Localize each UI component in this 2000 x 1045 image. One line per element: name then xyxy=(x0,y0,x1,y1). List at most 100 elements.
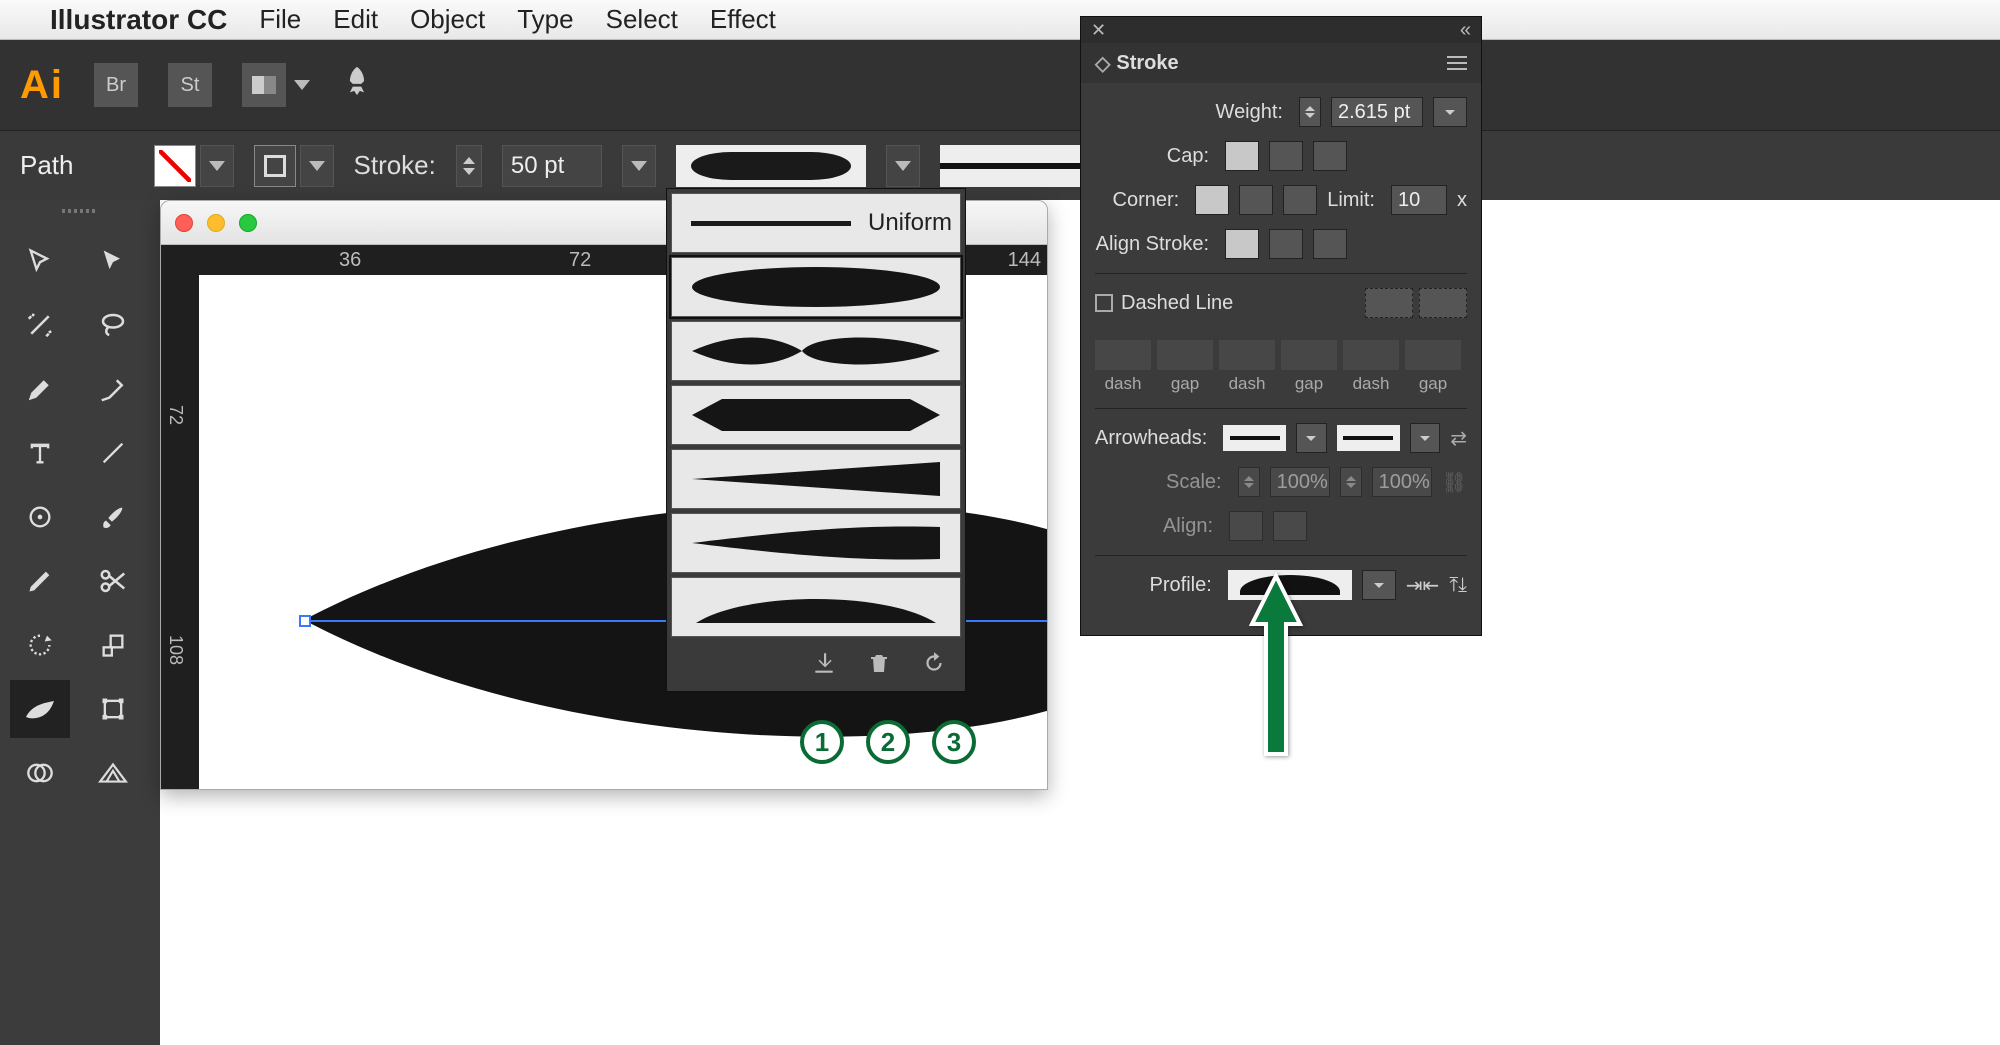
close-icon[interactable]: ✕ xyxy=(1091,20,1106,41)
width-profile-dropdown[interactable] xyxy=(886,145,920,187)
save-profile-icon[interactable] xyxy=(811,650,837,683)
collapse-icon[interactable]: « xyxy=(1460,19,1471,42)
dash-preserve-button[interactable] xyxy=(1365,288,1413,318)
cap-butt-button[interactable] xyxy=(1225,141,1259,171)
perspective-tool[interactable] xyxy=(83,744,143,802)
lasso-tool[interactable] xyxy=(83,296,143,354)
selection-tool[interactable] xyxy=(10,232,70,290)
align-outside-button[interactable] xyxy=(1313,229,1347,259)
profile-width-2[interactable] xyxy=(671,321,961,381)
weight-input[interactable]: 2.615 pt xyxy=(1331,97,1423,127)
menu-type[interactable]: Type xyxy=(517,4,573,35)
arrowhead-end[interactable] xyxy=(1337,425,1400,451)
layout-chip[interactable] xyxy=(242,63,286,107)
gap-input-3[interactable] xyxy=(1405,340,1461,370)
corner-bevel-button[interactable] xyxy=(1283,185,1317,215)
limit-input[interactable]: 10 xyxy=(1391,185,1447,215)
align-center-button[interactable] xyxy=(1225,229,1259,259)
window-minimize-button[interactable] xyxy=(207,214,225,232)
link-scale-icon: ⛓ xyxy=(1442,470,1467,495)
profile-width-3[interactable] xyxy=(671,385,961,445)
bridge-chip[interactable]: Br xyxy=(94,63,138,107)
rotate-tool[interactable] xyxy=(10,616,70,674)
swap-arrowheads-icon[interactable] xyxy=(1450,426,1467,451)
weight-dropdown[interactable] xyxy=(1433,97,1467,127)
ruler-vertical[interactable]: 72 108 xyxy=(161,245,199,789)
reset-profile-icon[interactable] xyxy=(921,650,947,683)
dash-input-3[interactable] xyxy=(1343,340,1399,370)
free-transform-tool[interactable] xyxy=(83,680,143,738)
corner-miter-button[interactable] xyxy=(1195,185,1229,215)
magic-wand-tool[interactable] xyxy=(10,296,70,354)
shape-builder-tool[interactable] xyxy=(10,744,70,802)
scale-tool[interactable] xyxy=(83,616,143,674)
width-profile-preview[interactable] xyxy=(676,145,866,187)
paintbrush-tool[interactable] xyxy=(83,488,143,546)
anchor-point[interactable] xyxy=(299,615,311,627)
profile-width-1[interactable] xyxy=(671,257,961,317)
layout-chevron-icon[interactable] xyxy=(294,80,310,90)
window-zoom-button[interactable] xyxy=(239,214,257,232)
width-tool[interactable] xyxy=(10,680,70,738)
cap-round-button[interactable] xyxy=(1269,141,1303,171)
gap-input-1[interactable] xyxy=(1157,340,1213,370)
fill-dropdown[interactable] xyxy=(200,145,234,187)
cap-projecting-button[interactable] xyxy=(1313,141,1347,171)
corner-label: Corner: xyxy=(1113,189,1180,212)
panel-menu-icon[interactable] xyxy=(1447,56,1467,70)
stroke-dropdown[interactable] xyxy=(300,145,334,187)
ruler-h-tick: 144 xyxy=(1008,249,1041,272)
align-arrowhead-label: Align: xyxy=(1163,515,1213,538)
stroke-weight-value[interactable]: 50 pt xyxy=(502,145,602,187)
curvature-tool[interactable] xyxy=(83,360,143,418)
collapse-chevron-icon[interactable]: ◇ xyxy=(1095,51,1110,76)
panel-handle[interactable] xyxy=(0,200,160,222)
ellipse-tool[interactable] xyxy=(10,488,70,546)
pencil-tool[interactable] xyxy=(10,552,70,610)
limit-x: x xyxy=(1457,189,1467,212)
menu-file[interactable]: File xyxy=(259,4,301,35)
type-tool[interactable] xyxy=(10,424,70,482)
menu-select[interactable]: Select xyxy=(606,4,678,35)
app-title[interactable]: Illustrator CC xyxy=(50,4,227,36)
window-close-button[interactable] xyxy=(175,214,193,232)
line-tool[interactable] xyxy=(83,424,143,482)
profile-uniform[interactable]: Uniform xyxy=(671,193,961,253)
profile-label: Profile: xyxy=(1150,574,1212,597)
menu-effect[interactable]: Effect xyxy=(710,4,776,35)
profile-width-4[interactable] xyxy=(671,449,961,509)
flip-vertical-icon[interactable]: ⤒⤓ xyxy=(1449,574,1467,597)
dash-label: dash xyxy=(1219,374,1275,394)
delete-profile-icon[interactable] xyxy=(867,650,891,683)
app-top-row: Ai Br St xyxy=(0,40,2000,130)
fill-swatch[interactable] xyxy=(154,145,196,187)
stroke-weight-dropdown[interactable] xyxy=(622,145,656,187)
stock-chip[interactable]: St xyxy=(168,63,212,107)
profile-width-5[interactable] xyxy=(671,513,961,573)
weight-stepper[interactable] xyxy=(1299,97,1321,127)
corner-round-button[interactable] xyxy=(1239,185,1273,215)
profile-width-6[interactable] xyxy=(671,577,961,637)
dash-align-button[interactable] xyxy=(1419,288,1467,318)
gap-label: gap xyxy=(1157,374,1213,394)
align-arrowhead-extend-button xyxy=(1229,511,1263,541)
arrowhead-start-dropdown[interactable] xyxy=(1296,423,1327,453)
stroke-swatch[interactable] xyxy=(254,145,296,187)
align-inside-button[interactable] xyxy=(1269,229,1303,259)
scissors-tool[interactable] xyxy=(83,552,143,610)
arrowhead-start[interactable] xyxy=(1223,425,1286,451)
direct-selection-tool[interactable] xyxy=(83,232,143,290)
pen-tool[interactable] xyxy=(10,360,70,418)
gap-input-2[interactable] xyxy=(1281,340,1337,370)
menu-object[interactable]: Object xyxy=(410,4,485,35)
menu-edit[interactable]: Edit xyxy=(333,4,378,35)
dash-input-1[interactable] xyxy=(1095,340,1151,370)
arrowhead-end-dropdown[interactable] xyxy=(1410,423,1441,453)
gpu-rocket-icon[interactable] xyxy=(340,64,374,106)
dashed-line-checkbox[interactable] xyxy=(1095,294,1113,312)
profile-dropdown[interactable] xyxy=(1362,570,1396,600)
panel-tabbar[interactable]: ✕ « xyxy=(1081,17,1481,43)
flip-horizontal-icon[interactable]: ⇥⇤ xyxy=(1406,573,1440,598)
stroke-weight-stepper[interactable] xyxy=(456,145,482,187)
dash-input-2[interactable] xyxy=(1219,340,1275,370)
